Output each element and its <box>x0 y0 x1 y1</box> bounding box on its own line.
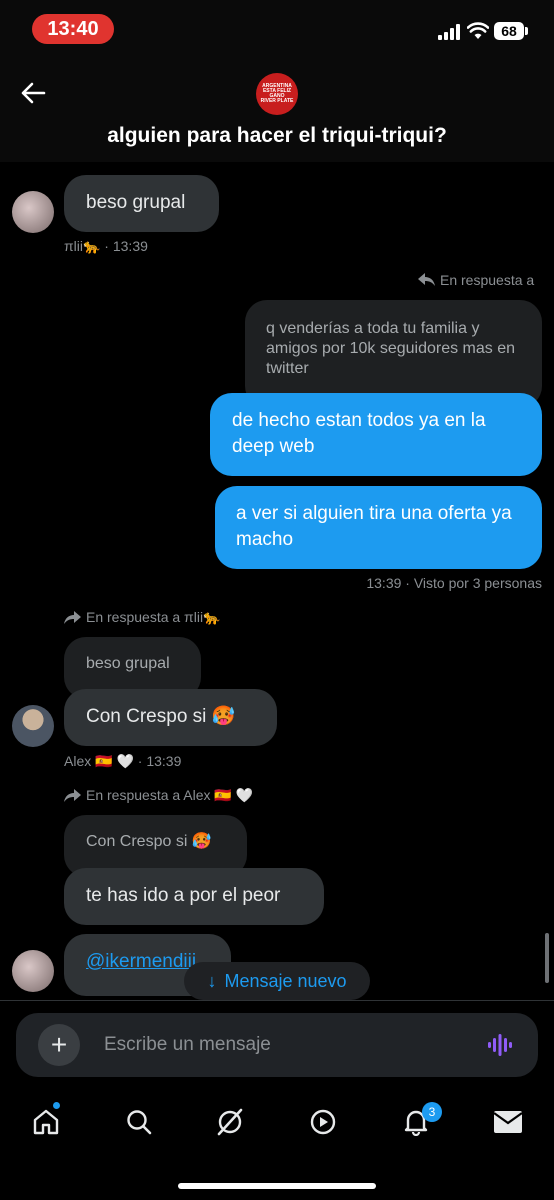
group-title[interactable]: alguien para hacer el triqui-triqui? <box>0 124 554 148</box>
home-indicator <box>178 1183 376 1189</box>
home-unread-dot <box>53 1102 60 1109</box>
message-bubble[interactable]: te has ido a por el peor <box>64 868 324 925</box>
back-arrow-icon[interactable] <box>20 80 46 106</box>
message-bubble-outgoing[interactable]: a ver si alguien tira una oferta ya mach… <box>215 486 542 569</box>
reply-indicator: En respuesta a Alex 🇪🇸 🤍 <box>64 787 253 804</box>
battery-indicator: 68 <box>494 22 524 40</box>
reply-indicator-label: En respuesta a <box>440 272 535 288</box>
reply-arrow-icon <box>64 610 81 624</box>
reply-indicator-label: En respuesta a Alex 🇪🇸 🤍 <box>86 787 254 803</box>
search-icon[interactable] <box>125 1108 153 1136</box>
cellular-signal-icon <box>438 24 460 40</box>
status-time: 13:40 <box>32 14 114 44</box>
group-avatar[interactable]: ARGENTINA ESTA FELIZ GANO RIVER PLATE <box>256 73 298 115</box>
scrollbar[interactable] <box>545 933 549 983</box>
message-input[interactable]: Escribe un mensaje <box>104 1034 271 1056</box>
message-meta: Alex 🇪🇸 🤍 · 13:39 <box>64 753 182 769</box>
voice-message-icon[interactable] <box>487 1033 513 1057</box>
reply-arrow-icon <box>64 788 81 802</box>
avatar-user-1[interactable] <box>12 191 54 233</box>
avatar-user-1[interactable] <box>12 950 54 992</box>
arrow-down-icon: ↓ <box>207 970 217 991</box>
message-bubble[interactable]: beso grupal <box>64 175 219 232</box>
notifications-badge: 3 <box>422 1102 442 1122</box>
divider <box>0 1000 554 1001</box>
reply-indicator: En respuesta a πlii🐆 <box>64 609 220 626</box>
avatar-user-alex[interactable] <box>12 705 54 747</box>
messages-envelope-icon[interactable] <box>493 1110 523 1134</box>
home-icon[interactable] <box>32 1108 60 1136</box>
reply-indicator: En respuesta a <box>418 272 552 288</box>
new-message-label: Mensaje nuevo <box>224 970 347 991</box>
battery-tip <box>525 27 528 35</box>
reply-indicator-label: En respuesta a πlii🐆 <box>86 609 221 625</box>
message-bubble-outgoing[interactable]: de hecho estan todos ya en la deep web <box>210 393 542 476</box>
plus-icon: + <box>50 1029 68 1060</box>
group-avatar-line-4: RIVER PLATE <box>260 98 294 104</box>
quoted-message[interactable]: q venderías a toda tu familia y amigos p… <box>245 300 542 408</box>
reply-arrow-icon <box>418 273 435 286</box>
new-message-button[interactable]: ↓ Mensaje nuevo <box>184 962 370 1000</box>
grok-icon[interactable] <box>215 1107 245 1137</box>
video-play-icon[interactable] <box>309 1108 337 1136</box>
message-composer <box>16 1013 538 1077</box>
wifi-icon <box>467 22 489 39</box>
add-attachment-button[interactable]: + <box>38 1024 80 1066</box>
message-meta-seen: 13:39 · Visto por 3 personas <box>366 575 542 591</box>
message-meta: πlii🐆 · 13:39 <box>64 238 148 254</box>
message-bubble[interactable]: Con Crespo si 🥵 <box>64 689 277 746</box>
